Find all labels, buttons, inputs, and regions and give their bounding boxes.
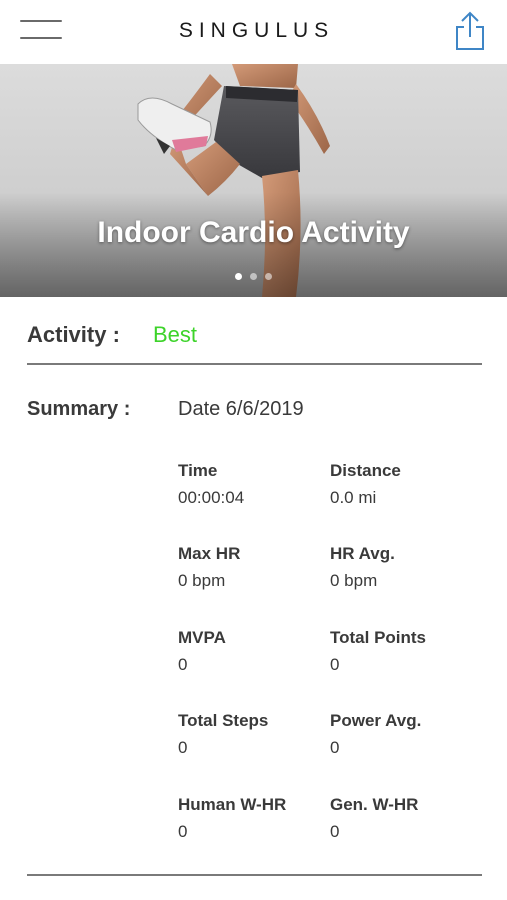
stat-value: 0 bpm (330, 571, 378, 590)
carousel-dot-3[interactable] (265, 273, 272, 280)
stat-value: 00:00:04 (178, 488, 245, 507)
share-icon[interactable] (452, 10, 488, 52)
stat-value: 0 (330, 738, 340, 757)
stat-label: HR Avg. (330, 544, 395, 563)
stat-label: MVPA (178, 628, 226, 647)
stat-label: Total Points (330, 628, 427, 647)
stat-label: Distance (330, 461, 401, 480)
stat-value: 0 (178, 738, 188, 757)
stat-value: 0 bpm (178, 571, 226, 590)
summary-date: Date 6/6/2019 (178, 398, 304, 420)
stat-distance: Distance 0.0 mi (330, 461, 480, 508)
stat-value: 0 (178, 822, 188, 841)
stat-label: Power Avg. (330, 711, 422, 730)
brand-title: SINGULUS (178, 19, 335, 42)
stat-label: Max HR (178, 544, 241, 563)
hero-title: Indoor Cardio Activity (97, 216, 410, 249)
carousel-dot-2[interactable] (250, 273, 257, 280)
stat-total-steps: Total Steps 0 (178, 711, 328, 758)
stat-total-points: Total Points 0 (330, 628, 480, 675)
stat-power-avg: Power Avg. 0 (330, 711, 480, 758)
stat-label: Gen. W-HR (330, 795, 419, 814)
carousel-dots (0, 273, 507, 280)
divider (27, 874, 482, 876)
activity-row: Activity : Best (27, 320, 482, 352)
app-header: SINGULUS (0, 0, 507, 64)
carousel-dot-1[interactable] (235, 273, 242, 280)
stat-hr-avg: HR Avg. 0 bpm (330, 544, 480, 591)
stat-value: 0 (178, 655, 188, 674)
divider (27, 363, 482, 365)
stat-label: Total Steps (178, 711, 269, 730)
stat-label: Human W-HR (178, 795, 287, 814)
activity-value: Best (153, 322, 198, 347)
activity-label: Activity : (27, 322, 120, 347)
hero-image (0, 64, 507, 297)
hero-carousel[interactable]: Indoor Cardio Activity (0, 64, 507, 297)
stat-human-w-hr: Human W-HR 0 (178, 795, 328, 842)
stat-label: Time (178, 461, 218, 480)
stat-value: 0.0 mi (330, 488, 377, 507)
summary-label: Summary : (27, 398, 131, 420)
stat-value: 0 (330, 655, 340, 674)
stat-value: 0 (330, 822, 340, 841)
stat-mvpa: MVPA 0 (178, 628, 328, 675)
stat-gen-w-hr: Gen. W-HR 0 (330, 795, 480, 842)
stat-time: Time 00:00:04 (178, 461, 328, 508)
stat-max-hr: Max HR 0 bpm (178, 544, 328, 591)
